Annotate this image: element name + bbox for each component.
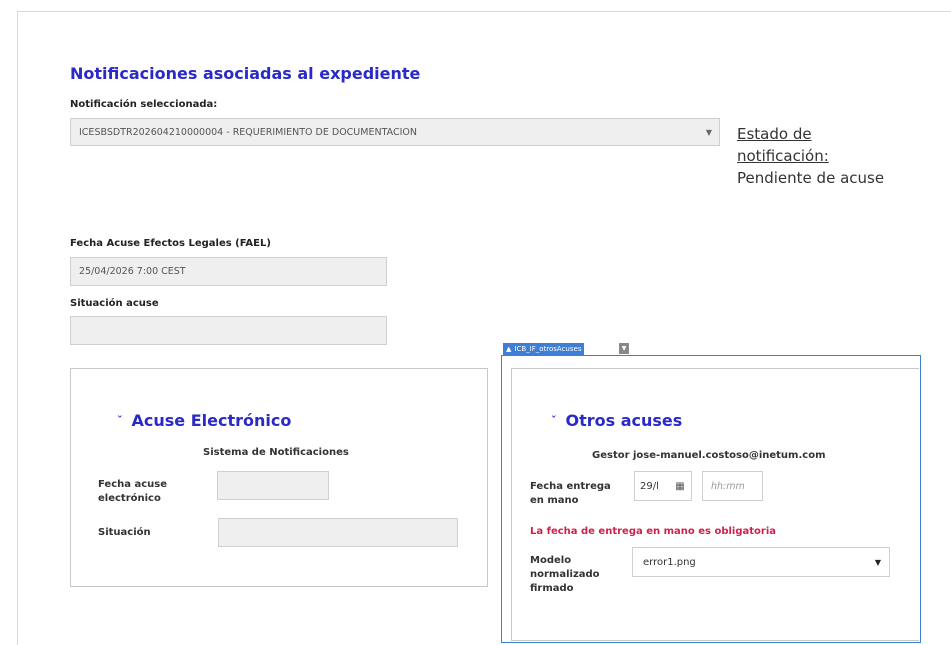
- gestor-text: Gestor jose-manuel.costoso@inetum.com: [592, 450, 826, 461]
- fecha-entrega-error: La fecha de entrega en mano es obligator…: [530, 526, 777, 537]
- fecha-entrega-value: 29/l: [640, 480, 659, 492]
- notificacion-label: Notificación seleccionada:: [70, 99, 218, 110]
- fecha-entrega-input[interactable]: 29/l ▦: [634, 471, 692, 501]
- acuse-electronico-title: Acuse Electrónico: [131, 411, 292, 430]
- situacion-acuse-label: Situación acuse: [70, 298, 159, 309]
- calendar-icon[interactable]: ▦: [669, 481, 691, 492]
- hora-entrega-input[interactable]: hh:mm: [702, 471, 763, 501]
- estado-value: Pendiente de acuse: [737, 169, 885, 187]
- chevron-down-icon[interactable]: ▼: [867, 558, 889, 567]
- fecha-acuse-electronico-field: [217, 471, 329, 500]
- fecha-entrega-label: Fecha entrega en mano: [530, 481, 611, 506]
- modelo-label: Modelo normalizado firmado: [530, 555, 600, 594]
- sitemap-icon: ▲: [506, 345, 512, 353]
- fael-field: 25/04/2026 7:00 CEST: [70, 257, 387, 286]
- situacion-acuse-field: [70, 316, 387, 345]
- hora-entrega-placeholder: hh:mm: [711, 480, 745, 492]
- component-badge-label: ICB_IF_otrosAcuses: [514, 345, 582, 353]
- modelo-value: error1.png: [643, 556, 696, 568]
- acuse-electronico-header[interactable]: ˇ Acuse Electrónico: [117, 411, 291, 430]
- estado-notificacion: Estado de notificación: Pendiente de acu…: [737, 123, 887, 189]
- acuse-electronico-subtitle: Sistema de Notificaciones: [203, 447, 349, 458]
- chevron-down-icon[interactable]: ▼: [699, 128, 719, 137]
- frame-top-border: [17, 11, 951, 12]
- modelo-select[interactable]: error1.png ▼: [632, 547, 890, 577]
- fael-value: 25/04/2026 7:00 CEST: [79, 266, 186, 277]
- situacion-label: Situación: [98, 527, 151, 538]
- notificacion-select[interactable]: ICESBSDTR202604210000004 - REQUERIMIENTO…: [70, 118, 720, 146]
- page-title: Notificaciones asociadas al expediente: [70, 64, 421, 83]
- page: Notificaciones asociadas al expediente N…: [0, 0, 951, 645]
- fecha-acuse-electronico-label: Fecha acuse electrónico: [98, 479, 168, 504]
- estado-label: Estado de notificación:: [737, 125, 829, 165]
- caret-down-icon[interactable]: ▼: [619, 343, 629, 354]
- chevron-down-icon[interactable]: ˇ: [117, 414, 123, 427]
- notificacion-select-value: ICESBSDTR202604210000004 - REQUERIMIENTO…: [79, 126, 417, 138]
- component-badge[interactable]: ▲ ICB_IF_otrosAcuses: [503, 343, 585, 355]
- situacion-field: [218, 518, 458, 547]
- otros-acuses-title: Otros acuses: [565, 411, 683, 430]
- frame-left-border: [17, 11, 18, 645]
- fael-label: Fecha Acuse Efectos Legales (FAEL): [70, 238, 271, 249]
- otros-acuses-header[interactable]: ˇ Otros acuses: [551, 411, 682, 430]
- chevron-down-icon[interactable]: ˇ: [551, 414, 557, 427]
